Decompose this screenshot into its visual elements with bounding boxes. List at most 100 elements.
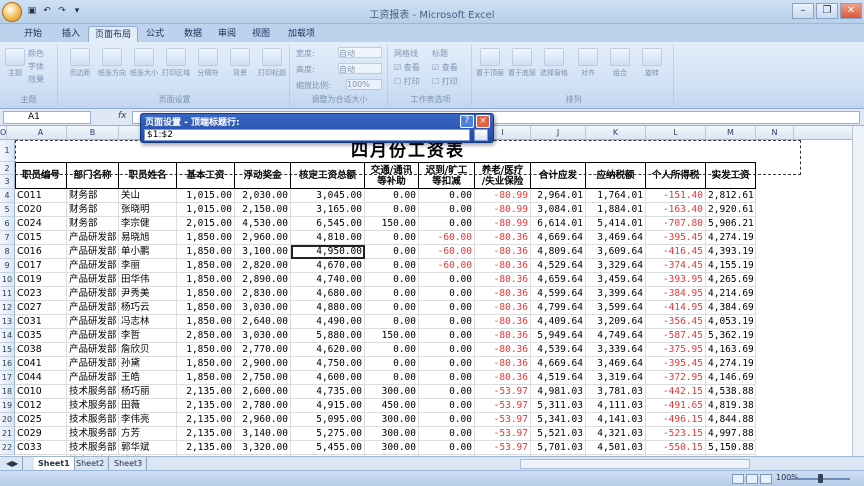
- table-cell[interactable]: 产品研发部: [67, 329, 119, 343]
- table-cell[interactable]: 王皓: [119, 371, 177, 385]
- table-cell[interactable]: 产品研发部: [67, 273, 119, 287]
- row-header-14[interactable]: 14: [0, 329, 15, 343]
- table-cell[interactable]: 0.00: [365, 259, 419, 273]
- table-cell[interactable]: 财务部: [67, 217, 119, 231]
- row-header-22[interactable]: 22: [0, 441, 15, 455]
- table-cell[interactable]: 2,770.00: [235, 343, 291, 357]
- table-cell[interactable]: -80.36: [475, 287, 531, 301]
- table-cell[interactable]: 3,084.01: [531, 203, 586, 217]
- page-layout-view-icon[interactable]: [746, 474, 758, 484]
- table-cell[interactable]: 4,214.69: [706, 287, 756, 301]
- minimize-icon[interactable]: –: [792, 3, 814, 19]
- row-header-7[interactable]: 7: [0, 231, 15, 245]
- table-cell[interactable]: 产品研发部: [67, 245, 119, 259]
- row-header-4[interactable]: 4: [0, 189, 15, 203]
- header-cell[interactable]: 合计应发: [531, 162, 586, 189]
- row-header-13[interactable]: 13: [0, 315, 15, 329]
- row-header-19[interactable]: 19: [0, 399, 15, 413]
- row-header-1[interactable]: 1: [0, 140, 15, 162]
- table-cell[interactable]: -442.15: [646, 385, 706, 399]
- headings-view-checkbox[interactable]: ☑ 查看: [432, 62, 458, 73]
- table-cell[interactable]: 3,140.00: [235, 427, 291, 441]
- size-button[interactable]: 纸张大小: [130, 48, 158, 78]
- themes-button[interactable]: 主题: [1, 48, 29, 78]
- table-cell[interactable]: 4,141.03: [586, 413, 646, 427]
- table-cell[interactable]: 5,521.03: [531, 427, 586, 441]
- table-cell[interactable]: 5,701.03: [531, 441, 586, 455]
- table-cell[interactable]: 郭华斌: [119, 441, 177, 455]
- table-cell[interactable]: C024: [15, 217, 67, 231]
- table-cell[interactable]: -707.80: [646, 217, 706, 231]
- table-cell[interactable]: 0.00: [365, 287, 419, 301]
- table-cell[interactable]: 3,320.00: [235, 441, 291, 455]
- table-cell[interactable]: 5,095.00: [291, 413, 365, 427]
- column-header-L[interactable]: L: [646, 126, 706, 140]
- table-cell[interactable]: 0.00: [419, 371, 475, 385]
- table-cell[interactable]: 0.00: [419, 441, 475, 455]
- table-cell[interactable]: 450.00: [365, 399, 419, 413]
- table-cell[interactable]: 5,311.03: [531, 399, 586, 413]
- table-cell[interactable]: 0.00: [419, 385, 475, 399]
- table-cell[interactable]: 300.00: [365, 385, 419, 399]
- table-cell[interactable]: 0.00: [419, 315, 475, 329]
- column-header-A[interactable]: A: [15, 126, 67, 140]
- table-cell[interactable]: -60.00: [419, 245, 475, 259]
- table-cell[interactable]: C031: [15, 315, 67, 329]
- table-cell[interactable]: 方芳: [119, 427, 177, 441]
- table-cell[interactable]: 2,820.00: [235, 259, 291, 273]
- table-cell[interactable]: 5,150.88: [706, 441, 756, 455]
- table-cell[interactable]: 产品研发部: [67, 287, 119, 301]
- table-cell[interactable]: 2,640.00: [235, 315, 291, 329]
- table-cell[interactable]: 0.00: [419, 357, 475, 371]
- table-cell[interactable]: -53.97: [475, 427, 531, 441]
- width-select[interactable]: 自动: [338, 47, 382, 58]
- header-cell[interactable]: 职员编号: [15, 162, 67, 189]
- table-cell[interactable]: 2,830.00: [235, 287, 291, 301]
- table-cell[interactable]: 3,165.00: [291, 203, 365, 217]
- table-cell[interactable]: C012: [15, 399, 67, 413]
- table-cell[interactable]: 0.00: [419, 399, 475, 413]
- effects-button[interactable]: 效果: [28, 74, 44, 85]
- table-cell[interactable]: 詹欣贝: [119, 343, 177, 357]
- table-cell[interactable]: 4,163.69: [706, 343, 756, 357]
- table-cell[interactable]: 4,530.00: [235, 217, 291, 231]
- table-cell[interactable]: 2,015.00: [177, 217, 235, 231]
- table-cell[interactable]: 3,599.64: [586, 301, 646, 315]
- background-button[interactable]: 背景: [226, 48, 254, 78]
- tab-6[interactable]: 视图: [246, 26, 276, 42]
- row-header-11[interactable]: 11: [0, 287, 15, 301]
- bring-to-front-button[interactable]: 置于顶层: [476, 48, 504, 78]
- table-cell[interactable]: C035: [15, 329, 67, 343]
- table-cell[interactable]: 5,275.00: [291, 427, 365, 441]
- table-cell[interactable]: 3,469.64: [586, 357, 646, 371]
- table-cell[interactable]: C019: [15, 273, 67, 287]
- header-cell[interactable]: 基本工资: [177, 162, 235, 189]
- table-cell[interactable]: 3,459.64: [586, 273, 646, 287]
- table-cell[interactable]: 2,135.00: [177, 385, 235, 399]
- table-cell[interactable]: 2,750.00: [235, 371, 291, 385]
- table-cell[interactable]: 张晓明: [119, 203, 177, 217]
- table-cell[interactable]: 4,538.88: [706, 385, 756, 399]
- table-cell[interactable]: 李丽: [119, 259, 177, 273]
- column-header-K[interactable]: K: [586, 126, 646, 140]
- table-cell[interactable]: C016: [15, 245, 67, 259]
- table-cell[interactable]: 产品研发部: [67, 315, 119, 329]
- table-cell[interactable]: 4,670.00: [291, 259, 365, 273]
- table-cell[interactable]: 孙黛: [119, 357, 177, 371]
- row-header-2[interactable]: 2: [0, 162, 15, 175]
- insert-function-icon[interactable]: fx: [118, 111, 127, 121]
- table-cell[interactable]: 2,920.61: [706, 203, 756, 217]
- table-cell[interactable]: 0.00: [365, 301, 419, 315]
- sheet-tab-0[interactable]: Sheet1: [34, 457, 75, 470]
- row-header-10[interactable]: 10: [0, 273, 15, 287]
- table-cell[interactable]: 田华伟: [119, 273, 177, 287]
- align-button[interactable]: 对齐: [574, 48, 602, 78]
- table-cell[interactable]: -80.36: [475, 259, 531, 273]
- table-cell[interactable]: 5,906.21: [706, 217, 756, 231]
- table-cell[interactable]: 4,600.00: [291, 371, 365, 385]
- table-cell[interactable]: 李宗健: [119, 217, 177, 231]
- table-cell[interactable]: 0.00: [419, 217, 475, 231]
- table-cell[interactable]: 0.00: [365, 371, 419, 385]
- table-cell[interactable]: 产品研发部: [67, 301, 119, 315]
- name-box[interactable]: A1: [3, 111, 91, 124]
